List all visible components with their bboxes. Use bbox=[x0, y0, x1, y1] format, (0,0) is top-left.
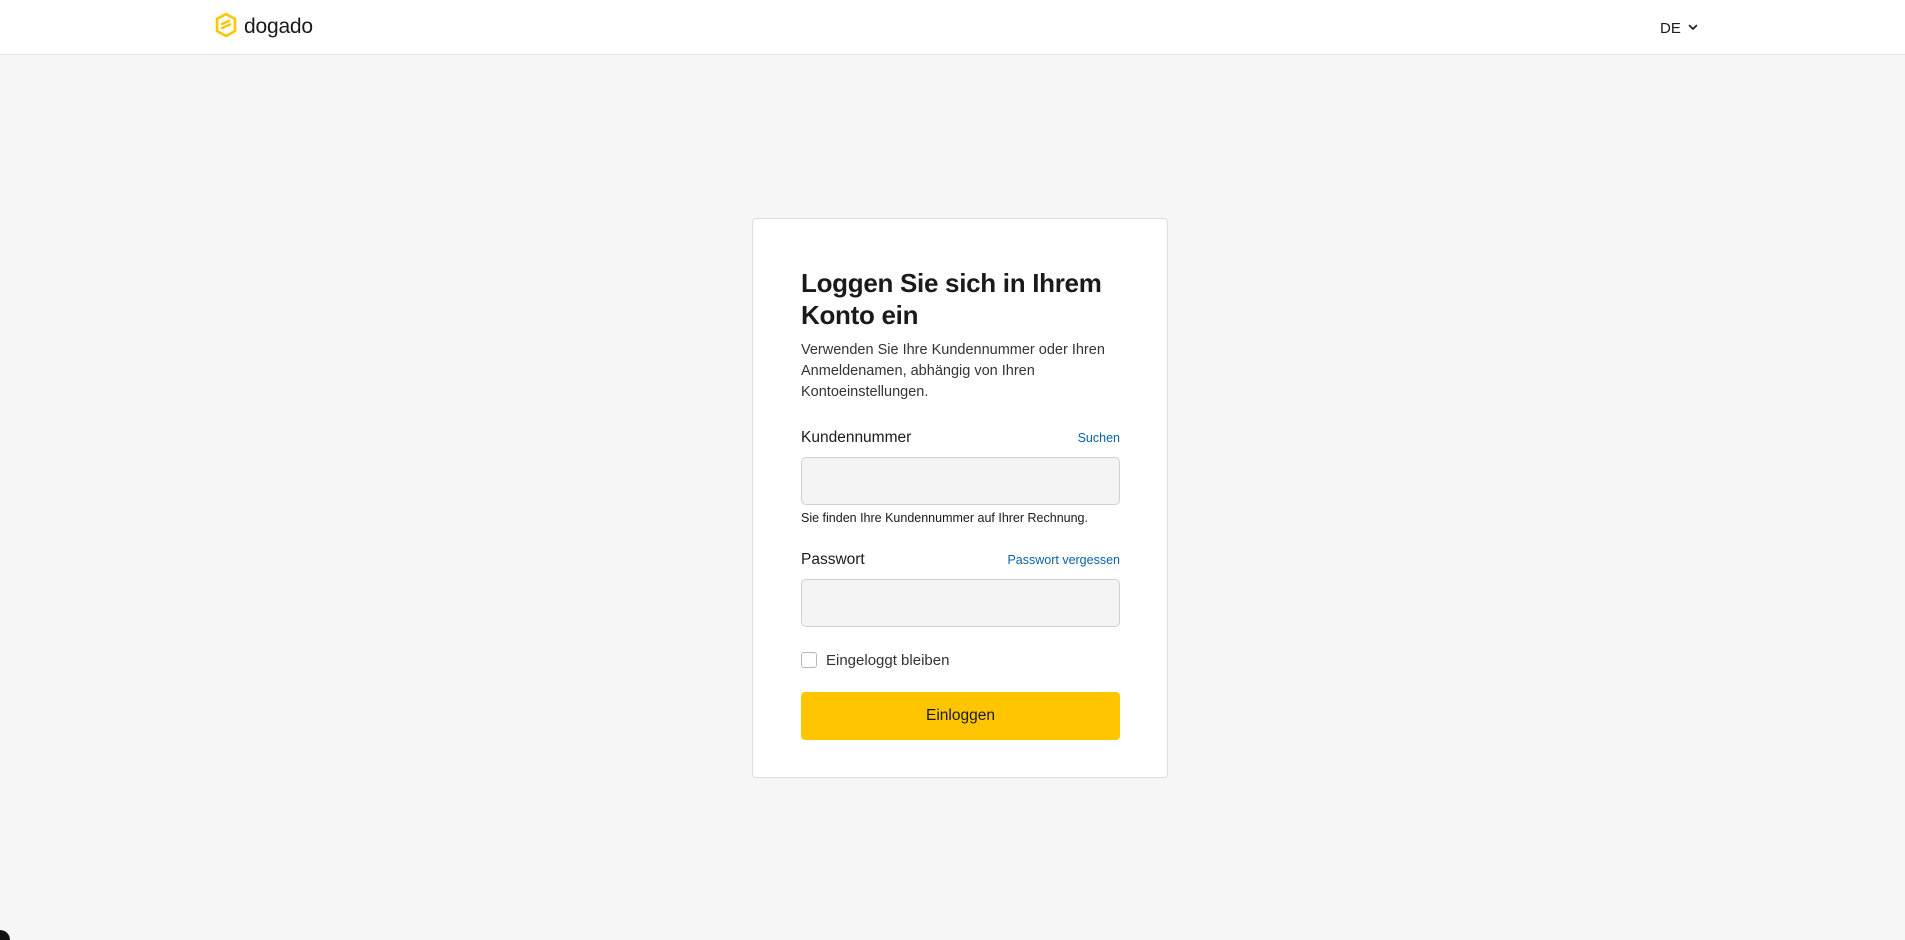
window-corner bbox=[0, 930, 10, 940]
login-card: Loggen Sie sich in Ihrem Konto ein Verwe… bbox=[752, 218, 1168, 778]
logo-link[interactable]: dogado bbox=[214, 12, 313, 43]
language-label: DE bbox=[1660, 19, 1681, 37]
remember-me-toggle[interactable]: Eingeloggt bleiben bbox=[801, 650, 1120, 670]
login-form: Loggen Sie sich in Ihrem Konto ein Verwe… bbox=[801, 267, 1120, 740]
logo-text: dogado bbox=[244, 15, 313, 38]
remember-me-checkbox[interactable] bbox=[801, 652, 817, 668]
forgot-password-link[interactable]: Passwort vergessen bbox=[1007, 553, 1120, 567]
search-customer-number-link[interactable]: Suchen bbox=[1078, 431, 1120, 445]
password-input[interactable] bbox=[801, 579, 1120, 627]
chevron-down-icon bbox=[1687, 20, 1699, 37]
customer-number-label: Kundennummer bbox=[801, 429, 912, 446]
top-header: dogado DE bbox=[0, 0, 1905, 55]
dogado-logo-icon bbox=[214, 12, 238, 43]
password-label: Passwort bbox=[801, 551, 865, 568]
language-selector[interactable]: DE bbox=[1660, 17, 1699, 39]
login-button[interactable]: Einloggen bbox=[801, 692, 1120, 740]
customer-number-header: Kundennummer Suchen bbox=[801, 429, 1120, 449]
page-title: Loggen Sie sich in Ihrem Konto ein bbox=[801, 268, 1102, 330]
customer-number-hint: Sie finden Ihre Kundennummer auf Ihrer R… bbox=[801, 511, 1088, 525]
remember-me-label: Eingeloggt bleiben bbox=[826, 651, 950, 669]
login-subtitle: Verwenden Sie Ihre Kundennummer oder Ihr… bbox=[801, 342, 1105, 400]
customer-number-input[interactable] bbox=[801, 457, 1120, 505]
password-header: Passwort Passwort vergessen bbox=[801, 551, 1120, 571]
